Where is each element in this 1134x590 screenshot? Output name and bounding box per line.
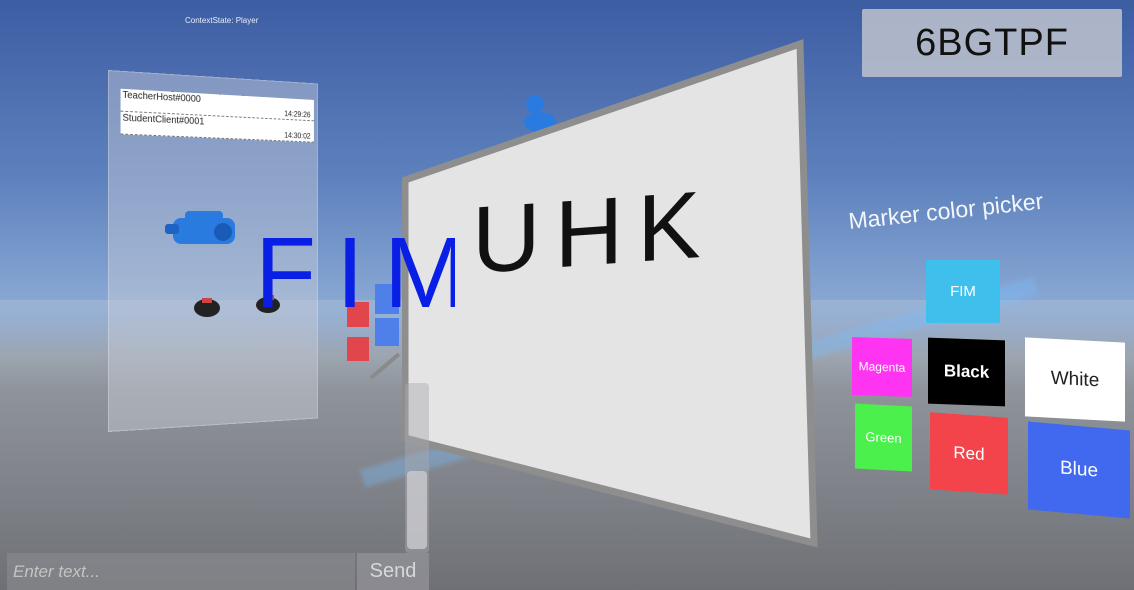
chat-input[interactable] [7,553,355,590]
color-button-blue[interactable]: Blue [1028,421,1130,519]
student-name: TeacherHost#0000 [122,89,201,105]
student-time: 14:29:26 [284,109,311,120]
color-button-magenta[interactable]: Magenta [852,336,912,398]
color-button-fim[interactable]: FIM [926,260,1000,323]
room-code-display: 6BGTPF [862,9,1122,77]
floating-drawn-text: FIM [255,217,455,315]
color-button-green[interactable]: Green [855,403,912,472]
student-name: StudentClient#0001 [122,112,205,128]
context-state-label: ContextState: Player [185,16,259,25]
color-button-black[interactable]: Black [928,337,1005,407]
color-button-red[interactable]: Red [930,412,1008,495]
vr-headset-avatar-icon [165,211,235,244]
student-time: 14:30:02 [284,131,311,141]
wall-button[interactable] [375,318,399,346]
whiteboard-text: UHK [472,171,715,294]
vr-scene: ContextState: Player 6BGTPF Connected st… [0,0,1134,590]
color-picker-title: Marker color picker [847,187,1045,235]
scrollbar-thumb[interactable] [407,471,427,549]
chat-scrollbar[interactable] [405,383,429,553]
left-hand-icon [194,298,220,317]
send-button[interactable]: Send [357,553,429,590]
whiteboard[interactable]: UHK [402,38,822,550]
color-button-white[interactable]: White [1025,337,1125,422]
svg-text:FIM: FIM [255,217,455,315]
marker-pen-icon [369,352,401,380]
chat-input-container[interactable] [7,553,355,590]
